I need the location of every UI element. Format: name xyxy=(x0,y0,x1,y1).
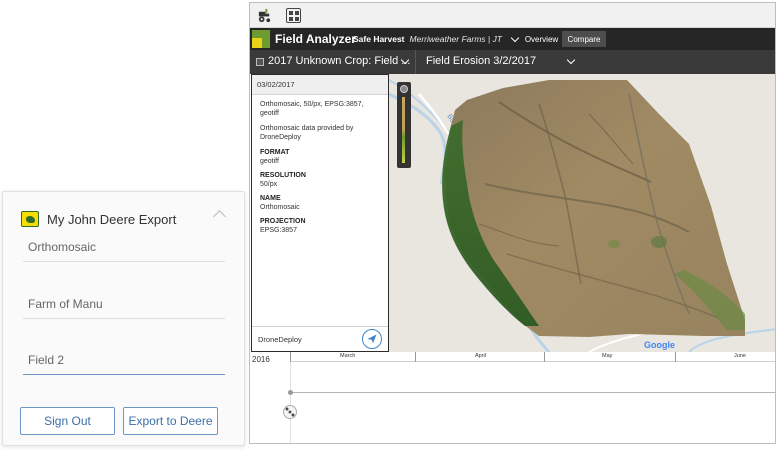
timeline-month-march: March xyxy=(340,353,356,359)
timeline-tick xyxy=(290,352,291,362)
layer-date: 03/02/2017 xyxy=(252,75,388,95)
field-analyzer-logo-icon xyxy=(252,30,270,48)
format-value: geotiff xyxy=(260,157,279,165)
timeline-track[interactable] xyxy=(291,392,775,393)
top-toolbar xyxy=(250,3,775,28)
satellite-icon[interactable] xyxy=(283,405,297,419)
projection-value: EPSG:3857 xyxy=(260,226,297,234)
timeline-tick xyxy=(415,352,416,362)
timeline-month-june: June xyxy=(734,353,746,359)
navigation-arrow-icon[interactable] xyxy=(362,329,382,349)
map-view[interactable]: Bayou Rd Google xyxy=(389,74,776,352)
tractor-icon[interactable] xyxy=(257,8,272,23)
resolution-label: RESOLUTION xyxy=(260,172,306,179)
layer-type-field[interactable]: Orthomosaic xyxy=(23,232,225,262)
layer-description: Orthomosaic, 50/px, EPSG:3857, geotiff xyxy=(260,101,364,117)
timeline-tick xyxy=(544,352,545,362)
map-legend[interactable] xyxy=(397,82,411,168)
field-name-value: Field 2 xyxy=(28,353,65,367)
grid-icon[interactable] xyxy=(286,8,301,23)
settings-icon[interactable] xyxy=(400,85,408,93)
farm-value: Farm of Manu xyxy=(28,297,103,311)
john-deere-logo-icon xyxy=(21,211,39,227)
divider xyxy=(415,50,416,74)
timeline-handle[interactable] xyxy=(288,390,293,395)
timeline[interactable]: 2016 March April May June xyxy=(250,352,775,443)
format-label: FORMAT xyxy=(260,149,290,156)
export-panel-header[interactable]: My John Deere Export xyxy=(21,208,226,230)
tab-compare[interactable]: Compare xyxy=(562,31,606,47)
chevron-down-icon[interactable] xyxy=(566,55,576,65)
layer-selector[interactable]: Field Erosion 3/2/2017 xyxy=(426,55,536,67)
resolution-value: 50/px xyxy=(260,180,278,188)
timeline-month-may: May xyxy=(602,353,613,359)
field-analyzer-window: Field Analyzer Safe Harvest Merriweather… xyxy=(249,2,776,444)
farm-field[interactable]: Farm of Manu xyxy=(23,289,225,319)
tab-overview[interactable]: Overview xyxy=(522,31,561,47)
org-name: Safe Harvest xyxy=(353,34,405,44)
chevron-up-icon[interactable] xyxy=(213,210,226,223)
layer-type-value: Orthomosaic xyxy=(28,240,97,254)
app-header: Field Analyzer Safe Harvest Merriweather… xyxy=(250,28,775,50)
export-panel-title: My John Deere Export xyxy=(47,211,177,227)
timeline-year: 2016 xyxy=(252,355,270,364)
projection-label: PROJECTION xyxy=(260,218,306,225)
crop-icon xyxy=(256,58,264,66)
chevron-down-icon xyxy=(510,33,520,42)
timeline-ruler: March April May June xyxy=(290,352,775,362)
layer-info-panel: 03/02/2017 Orthomosaic, 50/px, EPSG:3857… xyxy=(251,74,389,352)
timeline-month-april: April xyxy=(475,353,487,359)
provider-note: Orthomosaic data provided by DroneDeploy xyxy=(260,125,354,141)
legend-color-ramp xyxy=(402,97,405,163)
layer-selection-bar: 2017 Unknown Crop: Field ... Field Erosi… xyxy=(250,50,775,74)
crop-season-selector[interactable]: 2017 Unknown Crop: Field ... xyxy=(268,55,410,67)
timeline-divider xyxy=(290,352,291,443)
google-attribution: Google xyxy=(644,340,675,350)
export-panel: My John Deere Export Orthomosaic Farm of… xyxy=(2,191,245,446)
organization-selector[interactable]: Safe Harvest Merriweather Farms | JT xyxy=(353,28,520,50)
export-to-deere-button[interactable]: Export to Deere xyxy=(123,407,218,435)
orthomosaic-map[interactable]: Bayou Rd Google xyxy=(389,74,776,352)
timeline-tick xyxy=(675,352,676,362)
info-panel-footer: DroneDeploy xyxy=(252,326,388,351)
sign-out-button[interactable]: Sign Out xyxy=(20,407,115,435)
app-title: Field Analyzer xyxy=(275,32,356,46)
name-value: Orthomosaic xyxy=(260,203,300,211)
name-label: NAME xyxy=(260,195,281,202)
org-detail: Merriweather Farms | JT xyxy=(409,34,502,44)
field-name-field[interactable]: Field 2 xyxy=(23,345,225,375)
data-provider: DroneDeploy xyxy=(258,335,302,344)
